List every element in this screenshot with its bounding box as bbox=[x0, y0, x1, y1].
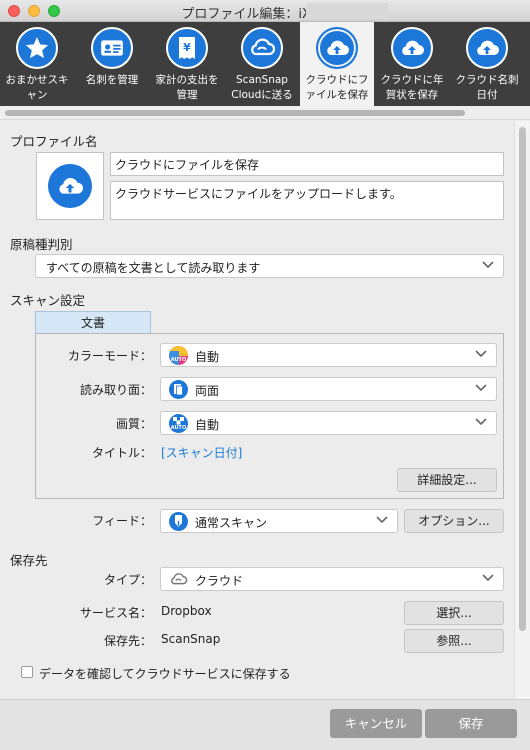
quality-auto-icon: AUTO bbox=[169, 414, 188, 433]
title-label: タイトル： bbox=[91, 446, 152, 460]
dialog-footer: キャンセル 保存 bbox=[0, 699, 530, 750]
select-service-button[interactable]: 選択... bbox=[404, 601, 504, 625]
confirm-before-save-checkbox[interactable] bbox=[21, 666, 33, 678]
dropdown-value: 自動 bbox=[195, 350, 220, 364]
content-vertical-scrollbar[interactable] bbox=[514, 121, 530, 699]
tool-cloud-file-save[interactable]: クラウドにフ ァイルを保存 bbox=[300, 22, 374, 106]
svg-text:¥: ¥ bbox=[183, 41, 191, 54]
tool-auto-scan[interactable]: おまかせスキ ャン bbox=[0, 22, 74, 106]
tool-scansnap-cloud[interactable]: ScanSnap Cloudに送る bbox=[225, 22, 299, 106]
chevron-down-icon bbox=[475, 350, 487, 358]
confirm-before-save-label: データを確認してクラウドサービスに保存する bbox=[39, 667, 291, 681]
tab-document[interactable]: 文書 bbox=[35, 311, 151, 334]
document-type-label: 原稿種判別 bbox=[10, 237, 73, 252]
tool-label: 家計の支出を 管理 bbox=[155, 74, 219, 101]
profile-description-input[interactable]: クラウドサービスにファイルをアップロードします。 bbox=[110, 181, 504, 220]
title-value-link[interactable]: [スキャン日付] bbox=[161, 444, 242, 461]
save-folder-value: ScanSnap bbox=[161, 632, 221, 646]
dropdown-value: すべての原稿を文書として読み取ります bbox=[46, 261, 261, 275]
color-auto-icon-text: AUTO bbox=[170, 357, 187, 363]
image-quality-label: 画質： bbox=[115, 417, 152, 431]
tool-label: おまかせスキ ャン bbox=[5, 74, 69, 101]
color-mode-dropdown[interactable]: AUTO 自動 bbox=[160, 343, 497, 367]
cancel-button[interactable]: キャンセル bbox=[330, 709, 422, 738]
save-button[interactable]: 保存 bbox=[425, 709, 517, 738]
dropdown-value: 両面 bbox=[195, 384, 220, 398]
tool-cloud-new-year-card[interactable]: クラウドに年 賀状を保存 bbox=[375, 22, 449, 106]
color-mode-label: カラーモード： bbox=[67, 349, 152, 363]
profile-name-input[interactable]: クラウドにファイルを保存 bbox=[110, 152, 504, 176]
tool-label: クラウドに年 賀状を保存 bbox=[380, 74, 444, 101]
cloud-upload-icon bbox=[48, 164, 92, 208]
star-icon bbox=[16, 27, 58, 69]
detail-settings-button[interactable]: 詳細設定... bbox=[397, 468, 497, 492]
scan-settings-label: スキャン設定 bbox=[10, 293, 86, 308]
scansnap-cloud-icon bbox=[169, 570, 188, 589]
scan-side-label: 読み取り面： bbox=[79, 383, 152, 397]
toolbar-horizontal-scrollbar[interactable] bbox=[0, 106, 530, 120]
scrollbar-thumb[interactable] bbox=[519, 127, 526, 631]
profile-template-toolbar: おまかせスキ ャン 名刺を管理 ¥ 家計の支出を 管理 ScanSnap Clo… bbox=[0, 22, 530, 106]
tool-household-expense[interactable]: ¥ 家計の支出を 管理 bbox=[150, 22, 224, 106]
save-folder-label: 保存先： bbox=[103, 634, 152, 648]
service-name-value: Dropbox bbox=[161, 604, 212, 618]
destination-type-dropdown[interactable]: クラウド bbox=[160, 567, 504, 591]
tool-business-card[interactable]: 名刺を管理 bbox=[75, 22, 149, 106]
dropdown-value: クラウド bbox=[195, 574, 244, 588]
feed-dropdown[interactable]: 通常スキャン bbox=[160, 509, 398, 533]
duplex-icon bbox=[169, 380, 188, 399]
chevron-down-icon bbox=[376, 516, 388, 524]
dropdown-value: 通常スキャン bbox=[195, 516, 268, 530]
tool-cloud-business-card[interactable]: クラウド名刺 日付 bbox=[450, 22, 524, 106]
browse-folder-button[interactable]: 参照... bbox=[404, 629, 504, 653]
chevron-down-icon bbox=[482, 261, 494, 269]
image-quality-dropdown[interactable]: AUTO 自動 bbox=[160, 411, 497, 435]
scansnap-cloud-icon bbox=[241, 27, 283, 69]
profile-settings-panel: プロファイル名 クラウドにファイルを保存 クラウドサービスにファイルをアップロー… bbox=[0, 121, 514, 699]
color-auto-icon: AUTO bbox=[169, 346, 188, 365]
chevron-down-icon bbox=[482, 574, 494, 582]
destination-label: 保存先 bbox=[10, 553, 48, 568]
document-type-dropdown[interactable]: すべての原稿を文書として読み取ります bbox=[35, 254, 504, 278]
receipt-icon: ¥ bbox=[166, 27, 208, 69]
cloud-upload-icon bbox=[316, 27, 358, 69]
window-title: プロファイル編集：iX1500- bbox=[181, 7, 349, 22]
profile-icon-box[interactable] bbox=[36, 152, 104, 220]
cloud-upload-icon bbox=[391, 27, 433, 69]
tool-label: ScanSnap Cloudに送る bbox=[231, 74, 293, 101]
redacted-device-name bbox=[306, 3, 388, 19]
scan-side-dropdown[interactable]: 両面 bbox=[160, 377, 497, 401]
dropdown-value: 自動 bbox=[195, 418, 220, 432]
chevron-down-icon bbox=[475, 418, 487, 426]
tool-label: クラウド名刺 日付 bbox=[455, 74, 519, 101]
feed-scan-icon bbox=[169, 512, 188, 531]
chevron-down-icon bbox=[475, 384, 487, 392]
destination-type-label: タイプ： bbox=[103, 573, 152, 587]
tool-label: 名刺を管理 bbox=[85, 74, 139, 86]
service-name-label: サービス名： bbox=[79, 606, 152, 620]
feed-label: フィード： bbox=[92, 514, 152, 528]
business-card-icon bbox=[91, 27, 133, 69]
title-bar: プロファイル編集：iX1500- bbox=[0, 0, 530, 22]
quality-auto-icon-text: AUTO bbox=[170, 425, 187, 431]
tool-label: クラウドにフ ァイルを保存 bbox=[305, 74, 369, 101]
feed-options-button[interactable]: オプション... bbox=[404, 509, 504, 533]
cloud-upload-icon bbox=[466, 27, 508, 69]
profile-name-label: プロファイル名 bbox=[10, 134, 98, 149]
scrollbar-thumb[interactable] bbox=[5, 110, 465, 116]
